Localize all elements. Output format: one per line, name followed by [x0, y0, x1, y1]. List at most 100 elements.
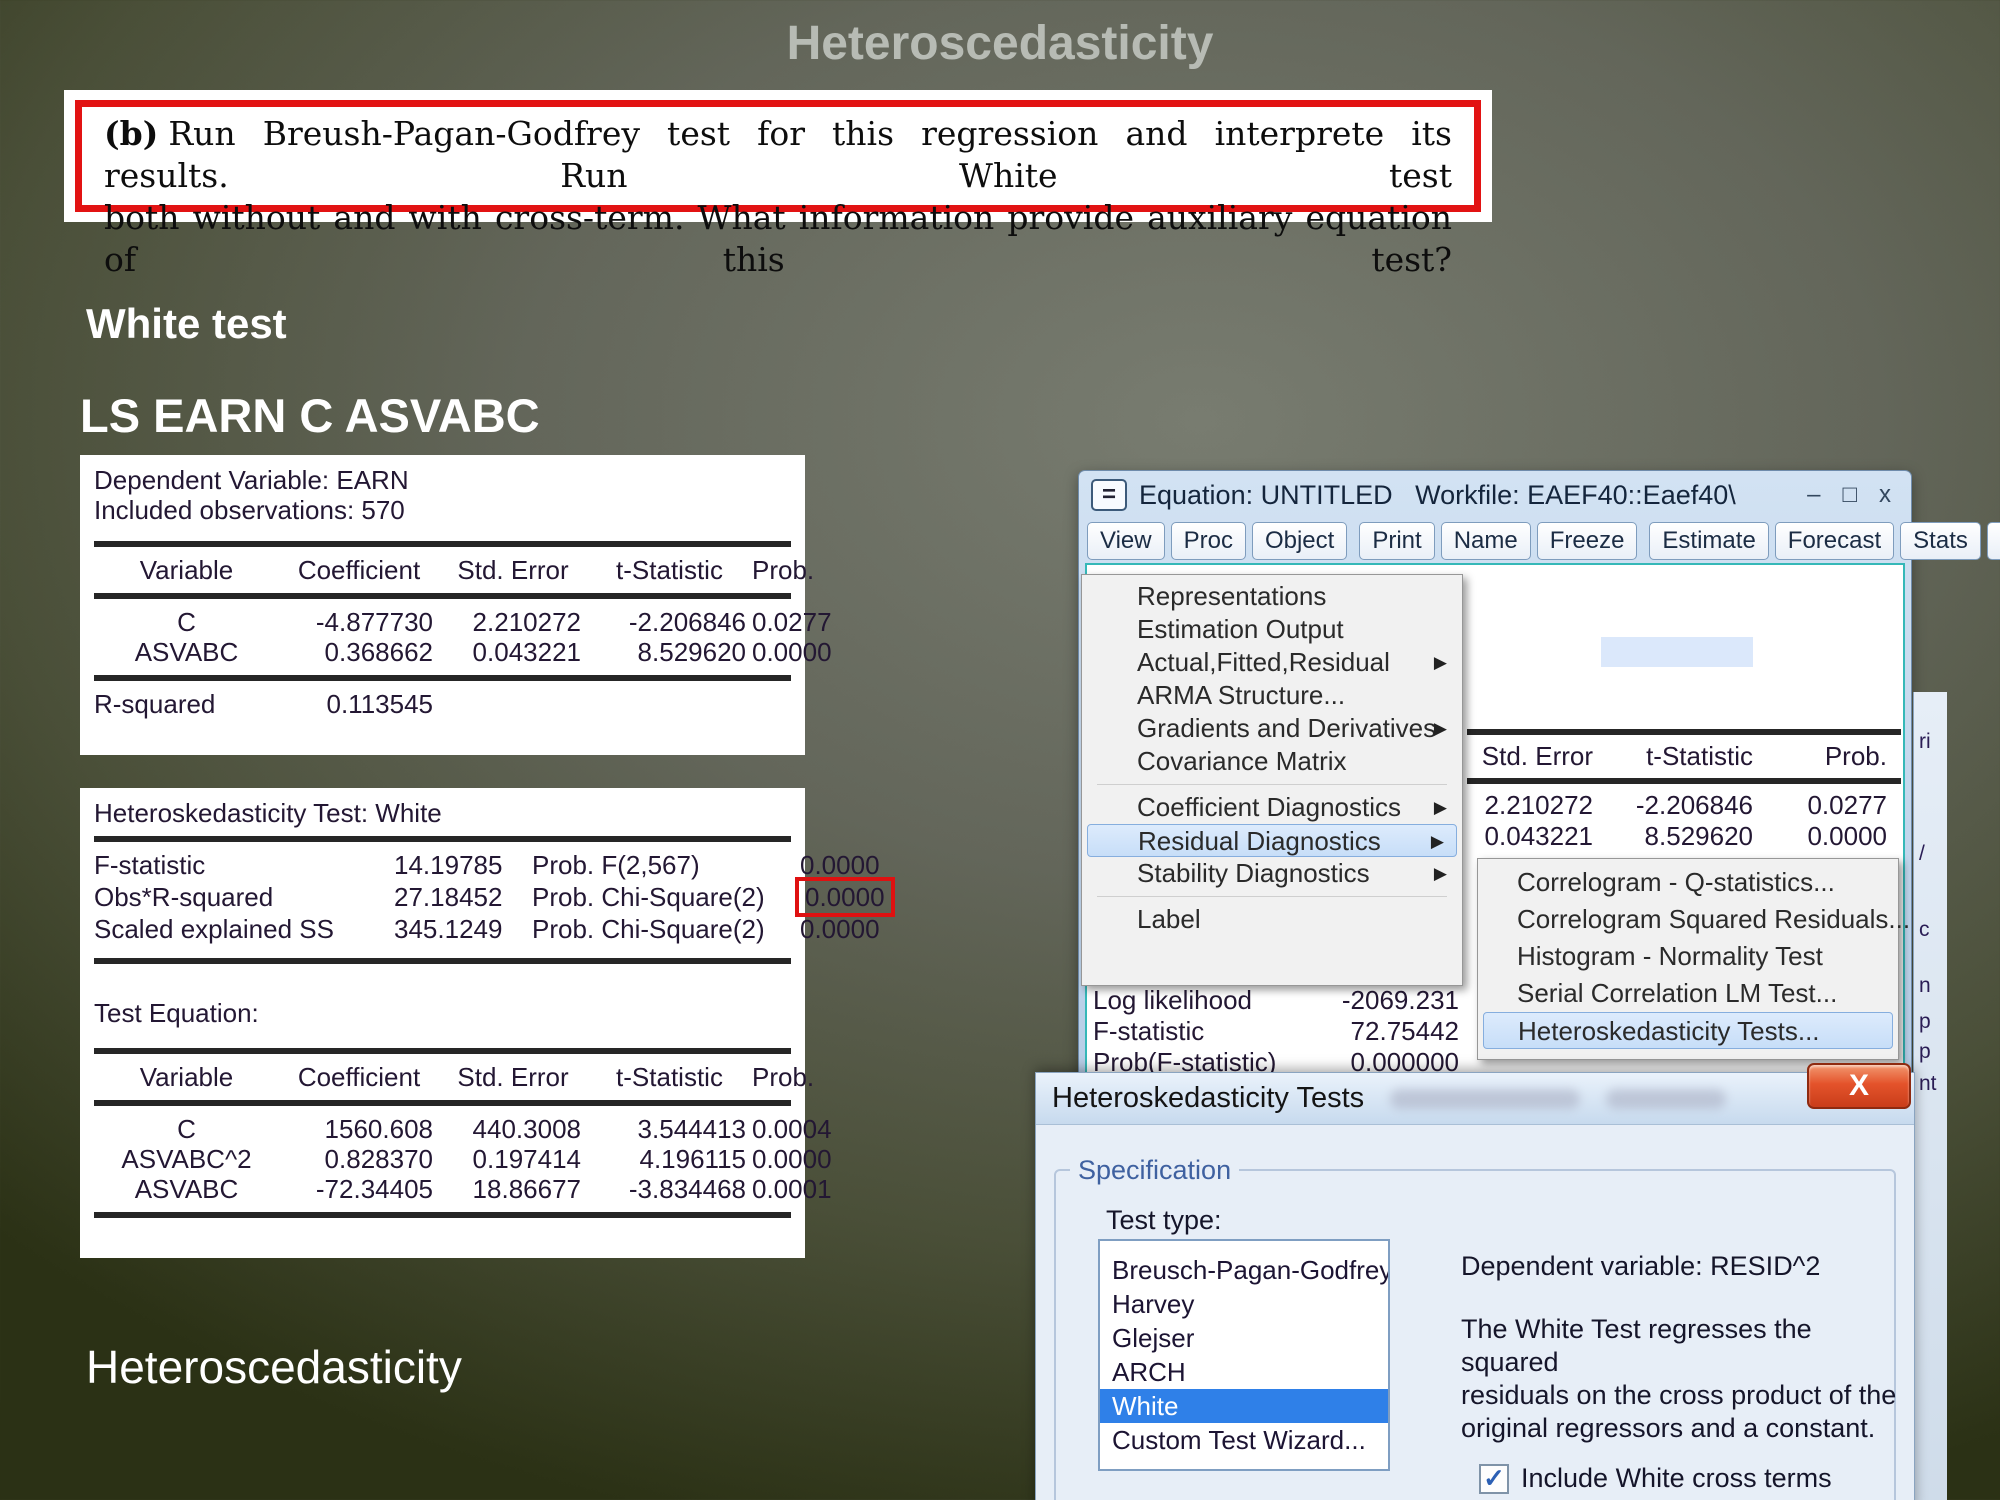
menu-item-coefficient-diagnostics[interactable]: Coefficient Diagnostics▶	[1085, 791, 1459, 824]
cell: 0.368662	[279, 637, 439, 667]
print-button[interactable]: Print	[1359, 522, 1434, 560]
cutoff-text-fragment: c	[1919, 918, 1930, 942]
object-button[interactable]: Object	[1252, 522, 1347, 560]
stat-value: 27.18452	[394, 882, 494, 912]
menu-item-stability-diagnostics[interactable]: Stability Diagnostics ▶	[1085, 857, 1459, 890]
equation-window-titlebar[interactable]: = Equation: UNTITLED Workfile: EAEF40::E…	[1079, 471, 1911, 519]
cell: 0.0000	[752, 1144, 838, 1174]
stat-row: F-statistic 72.75442	[1093, 1016, 1465, 1047]
table-row: ASVABC^2 0.828370 0.197414 4.196115 0.00…	[94, 1144, 791, 1174]
resids-button[interactable]: Resids	[1987, 522, 2000, 560]
cell: C	[94, 1114, 279, 1144]
cell: ASVABC^2	[94, 1144, 279, 1174]
cutoff-text-fragment: ri	[1919, 730, 1931, 754]
question-line1: Run Breush-Pagan-Godfrey test for this r…	[104, 114, 1452, 195]
background-window-sliver: ri / c n p p nt	[1913, 692, 1947, 1500]
cell: -72.34405	[279, 1174, 439, 1204]
table-header: Std. Error t-Statistic Prob.	[1467, 741, 1901, 772]
stat-row: F-statistic 14.19785 Prob. F(2,567) 0.00…	[94, 850, 791, 880]
r-squared-row: R-squared 0.113545	[94, 689, 791, 719]
list-item-white[interactable]: White	[1100, 1389, 1388, 1423]
col-variable: Variable	[94, 555, 279, 585]
col-prob: Prob.	[1767, 741, 1901, 772]
stat-prob-label: Prob. Chi-Square(2)	[532, 914, 800, 944]
stat-value: 72.75442	[1351, 1016, 1459, 1047]
col-std-error: Std. Error	[439, 1062, 587, 1092]
freeze-button[interactable]: Freeze	[1537, 522, 1638, 560]
menu-label: Stability Diagnostics	[1137, 858, 1370, 888]
stats-button[interactable]: Stats	[1900, 522, 1981, 560]
cell: ASVABC	[94, 1174, 279, 1204]
stat-prob-label: Prob. Chi-Square(2)	[532, 882, 800, 912]
cell: 1560.608	[279, 1114, 439, 1144]
cell: 0.0000	[1767, 821, 1901, 852]
table-row: ASVABC -72.34405 18.86677 -3.834468 0.00…	[94, 1174, 791, 1204]
menu-item-actual-fitted-residual[interactable]: Actual,Fitted,Residual▶	[1085, 646, 1459, 679]
list-item-arch[interactable]: ARCH	[1100, 1355, 1388, 1389]
name-button[interactable]: Name	[1441, 522, 1531, 560]
cell: 0.0000	[752, 637, 838, 667]
divider	[94, 1100, 791, 1106]
menu-item-arma-structure[interactable]: ARMA Structure...	[1085, 679, 1459, 712]
stat-prob-label: Prob. F(2,567)	[532, 850, 800, 880]
menu-item-covariance-matrix[interactable]: Covariance Matrix	[1085, 745, 1459, 778]
regression-output-panel: Dependent Variable: EARN Included observ…	[80, 455, 805, 755]
col-t-statistic: t-Statistic	[587, 1062, 752, 1092]
dialog-close-button[interactable]: X	[1807, 1063, 1911, 1109]
equation-window-title: Equation: UNTITLED Workfile: EAEF40::Eae…	[1139, 480, 1795, 511]
divider	[94, 541, 791, 547]
stat-prob: 0.0000	[800, 914, 884, 944]
table-row: C 1560.608 440.3008 3.544413 0.0004	[94, 1114, 791, 1144]
cutoff-text-fragment: p	[1919, 1040, 1931, 1064]
list-item-glejser[interactable]: Glejser	[1100, 1321, 1388, 1355]
cell: 0.0001	[752, 1174, 838, 1204]
submenu-arrow-icon: ▶	[1434, 712, 1447, 745]
col-coefficient: Coefficient	[279, 555, 439, 585]
cell: 4.196115	[587, 1144, 752, 1174]
col-t-statistic: t-Statistic	[587, 555, 752, 585]
footer-label: Heteroscedasticity	[86, 1340, 462, 1394]
cell: 440.3008	[439, 1114, 587, 1144]
dialog-titlebar[interactable]: Heteroskedasticity Tests X	[1036, 1073, 1914, 1125]
cell: 0.0277	[752, 607, 838, 637]
minimize-icon[interactable]: –	[1807, 481, 1820, 509]
menu-item-estimation-output[interactable]: Estimation Output	[1085, 613, 1459, 646]
list-item-breusch-pagan-godfrey[interactable]: Breusch-Pagan-Godfrey	[1100, 1253, 1388, 1287]
equation-toolbar: View Proc Object Print Name Freeze Estim…	[1079, 519, 1911, 563]
submenu-arrow-icon: ▶	[1434, 857, 1447, 890]
table-header: Variable Coefficient Std. Error t-Statis…	[94, 555, 791, 585]
cutoff-text-fragment: p	[1919, 1010, 1931, 1034]
list-item-harvey[interactable]: Harvey	[1100, 1287, 1388, 1321]
menu-item-gradients-derivatives[interactable]: Gradients and Derivatives▶	[1085, 712, 1459, 745]
proc-button[interactable]: Proc	[1171, 522, 1246, 560]
submenu-item-correlogram-squared[interactable]: Correlogram Squared Residuals...	[1481, 901, 1895, 938]
cutoff-text-fragment: nt	[1919, 1072, 1937, 1096]
stat-value: -2069.231	[1342, 985, 1459, 1016]
submenu-item-serial-correlation[interactable]: Serial Correlation LM Test...	[1481, 975, 1895, 1012]
dependent-variable-line: Dependent variable: RESID^2	[1461, 1251, 1820, 1282]
maximize-icon[interactable]: □	[1843, 481, 1858, 509]
residual-diagnostics-submenu: Correlogram - Q-statistics... Correlogra…	[1477, 858, 1899, 1060]
include-cross-terms-label: Include White cross terms	[1521, 1463, 1832, 1494]
submenu-item-correlogram-q[interactable]: Correlogram - Q-statistics...	[1481, 864, 1895, 901]
selected-cell-highlight	[1601, 637, 1753, 667]
menu-item-residual-diagnostics[interactable]: Residual Diagnostics▶	[1087, 824, 1457, 857]
cell: 8.529620	[587, 637, 752, 667]
estimate-button[interactable]: Estimate	[1649, 522, 1768, 560]
close-icon[interactable]: x	[1879, 481, 1891, 509]
stat-value: 14.19785	[394, 850, 494, 880]
include-cross-terms-checkbox[interactable]: ✓	[1479, 1464, 1509, 1494]
table-header: Variable Coefficient Std. Error t-Statis…	[94, 1062, 791, 1092]
forecast-button[interactable]: Forecast	[1775, 522, 1894, 560]
test-type-listbox[interactable]: Breusch-Pagan-Godfrey Harvey Glejser ARC…	[1098, 1239, 1390, 1471]
menu-item-representations[interactable]: Representations	[1085, 580, 1459, 613]
r-squared-label: R-squared	[94, 689, 279, 719]
submenu-item-heteroskedasticity-tests[interactable]: Heteroskedasticity Tests...	[1483, 1012, 1893, 1049]
cell: ASVABC	[94, 637, 279, 667]
list-item-custom-test-wizard[interactable]: Custom Test Wizard...	[1100, 1423, 1388, 1457]
menu-label: Coefficient Diagnostics	[1137, 792, 1401, 822]
cutoff-text-fragment: n	[1919, 974, 1931, 998]
menu-item-label[interactable]: Label	[1085, 903, 1459, 936]
view-button[interactable]: View	[1087, 522, 1165, 560]
submenu-item-histogram-normality[interactable]: Histogram - Normality Test	[1481, 938, 1895, 975]
